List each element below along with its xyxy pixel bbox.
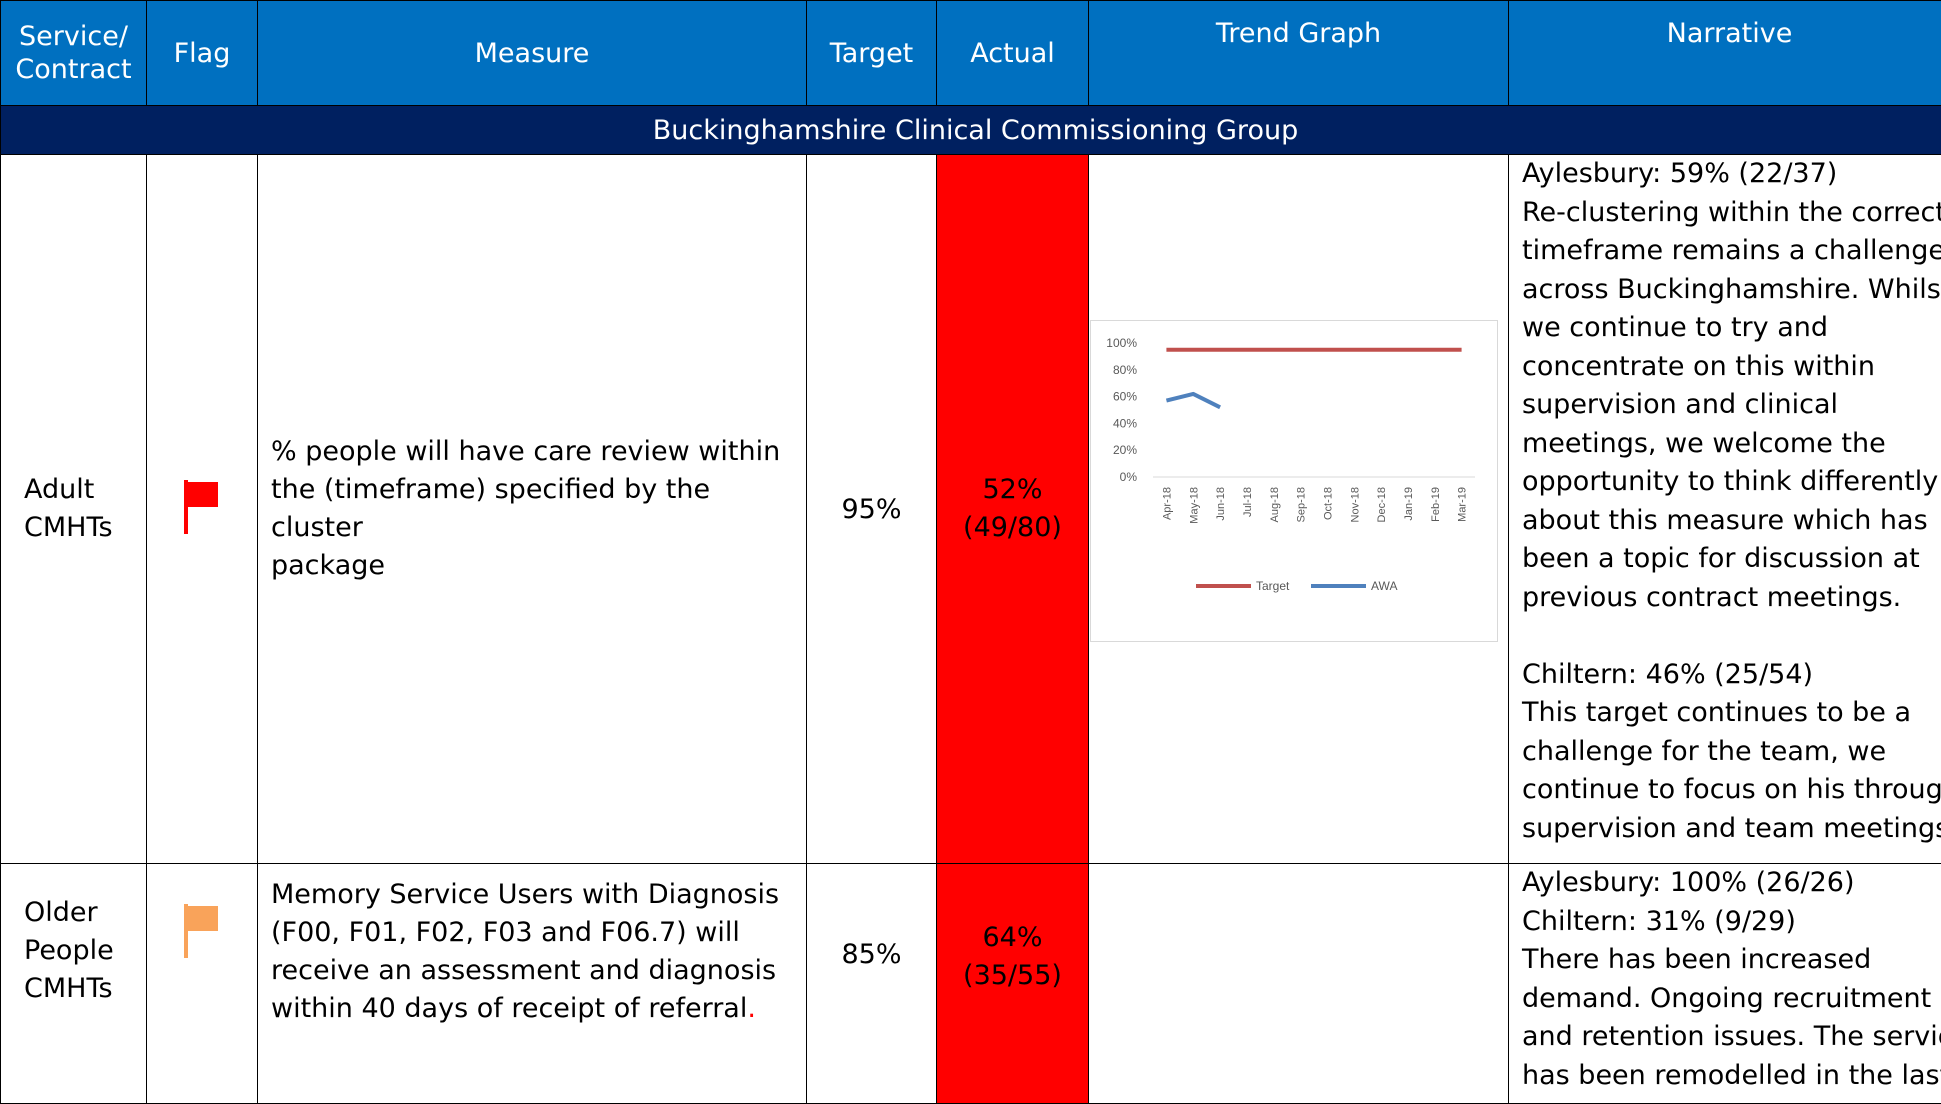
actual-ratio: (35/55) xyxy=(937,957,1088,995)
amber-flag-icon xyxy=(182,902,222,960)
measure-line: % people will have care review within xyxy=(271,433,786,471)
narrative-line: concentrate on this within xyxy=(1522,348,1941,387)
narrative-line: across Buckinghamshire. Whilst xyxy=(1522,271,1941,310)
measure-line: the (timeframe) specified by the cluster xyxy=(271,471,786,547)
narrative-line: about this measure which has xyxy=(1522,502,1941,541)
measure-cell: Memory Service Users with Diagnosis (F00… xyxy=(258,864,807,1104)
narrative-line: There has been increased xyxy=(1522,941,1941,980)
narrative-line: been a topic for discussion at xyxy=(1522,540,1941,579)
actual-cell: 52% (49/80) xyxy=(937,155,1089,864)
header-narrative: Narrative xyxy=(1509,1,1941,106)
x-tick-label: Oct-18 xyxy=(1322,487,1334,520)
header-row: Service/ Contract Flag Measure Target Ac… xyxy=(1,1,1941,106)
narrative-line: and retention issues. The service xyxy=(1522,1018,1941,1057)
legend-label-awa: AWA xyxy=(1371,579,1397,593)
narrative-cell: Aylesbury: 59% (22/37)Re-clustering with… xyxy=(1509,155,1941,864)
x-tick-label: Apr-18 xyxy=(1161,487,1173,520)
y-tick-label: 80% xyxy=(1113,363,1137,377)
header-actual: Actual xyxy=(937,1,1089,106)
y-tick-label: 40% xyxy=(1113,416,1137,430)
y-tick-label: 0% xyxy=(1120,470,1138,484)
narrative-line: supervision and team meetings. xyxy=(1522,810,1941,849)
narrative-line: Re-clustering within the correct xyxy=(1522,194,1941,233)
header-measure: Measure xyxy=(258,1,807,106)
performance-table: Service/ Contract Flag Measure Target Ac… xyxy=(0,0,1941,1104)
narrative-line: Chiltern: 46% (25/54) xyxy=(1522,656,1941,695)
x-tick-label: Feb-19 xyxy=(1430,487,1442,522)
narrative-line: This target continues to be a xyxy=(1522,694,1941,733)
trend-chart-svg: 100% 80% 60% 40% 20% 0% Apr-18 May-18 Jun-18 Jul-… xyxy=(1091,321,1497,641)
narrative-cell: Aylesbury: 100% (26/26)Chiltern: 31% (9/… xyxy=(1509,864,1941,1104)
target-value: 85% xyxy=(807,864,937,1104)
x-tick-label: Jan-19 xyxy=(1403,487,1415,521)
header-target: Target xyxy=(807,1,937,106)
series-line-awa xyxy=(1166,394,1220,407)
red-flag-icon xyxy=(182,478,222,536)
measure-line: receive an assessment and diagnosis xyxy=(271,952,786,990)
service-line: People xyxy=(24,932,146,970)
legend-label-target: Target xyxy=(1256,579,1290,593)
narrative-line: continue to focus on his through xyxy=(1522,771,1941,810)
x-tick-label: May-18 xyxy=(1188,487,1200,524)
service-cell: Older People CMHTs xyxy=(1,864,147,1104)
x-tick-label: Jul-18 xyxy=(1242,487,1254,517)
narrative-line: Aylesbury: 100% (26/26) xyxy=(1522,864,1941,903)
narrative-line: Aylesbury: 59% (22/37) xyxy=(1522,155,1941,194)
header-trend-graph: Trend Graph xyxy=(1089,1,1509,106)
narrative-line: has been remodelled in the last xyxy=(1522,1057,1941,1096)
trend-graph-cell xyxy=(1089,864,1509,1104)
narrative-line: meetings, we welcome the xyxy=(1522,425,1941,464)
y-tick-label: 20% xyxy=(1113,443,1137,457)
x-tick-label: Dec-18 xyxy=(1376,487,1388,522)
service-cell: Adult CMHTs xyxy=(1,155,147,864)
measure-cell: % people will have care review within th… xyxy=(258,155,807,864)
actual-percent: 64% xyxy=(937,919,1088,957)
x-tick-label: Sep-18 xyxy=(1296,487,1308,522)
table-row: Older People CMHTs Memory Service Users … xyxy=(1,864,1941,1104)
y-tick-label: 100% xyxy=(1106,336,1137,350)
actual-ratio: (49/80) xyxy=(937,509,1088,547)
service-line: Adult xyxy=(24,471,146,509)
narrative-line: challenge for the team, we xyxy=(1522,733,1941,772)
y-tick-label: 60% xyxy=(1113,390,1137,404)
x-tick-label: Jun-18 xyxy=(1215,487,1227,521)
narrative-line: Chiltern: 31% (9/29) xyxy=(1522,903,1941,942)
measure-line: (F00, F01, F02, F03 and F06.7) will xyxy=(271,914,786,952)
service-line: Older xyxy=(24,894,146,932)
header-flag: Flag xyxy=(147,1,258,106)
flag-cell xyxy=(147,864,258,1104)
narrative-line: timeframe remains a challenge xyxy=(1522,232,1941,271)
group-title: Buckinghamshire Clinical Commissioning G… xyxy=(1,106,1941,155)
trend-chart: 100% 80% 60% 40% 20% 0% Apr-18 May-18 Jun-18 Jul-… xyxy=(1090,320,1498,642)
service-line: CMHTs xyxy=(24,509,146,547)
table-row: Adult CMHTs % people will have care revi… xyxy=(1,155,1941,864)
flag-cell xyxy=(147,155,258,864)
narrative-line: previous contract meetings. xyxy=(1522,579,1941,618)
header-service: Service/ Contract xyxy=(1,1,147,106)
target-value: 95% xyxy=(807,155,937,864)
narrative-line xyxy=(1522,617,1941,656)
x-tick-label: Aug-18 xyxy=(1269,487,1281,522)
service-line: CMHTs xyxy=(24,970,146,1008)
actual-percent: 52% xyxy=(937,471,1088,509)
narrative-line: we continue to try and xyxy=(1522,309,1941,348)
group-row: Buckinghamshire Clinical Commissioning G… xyxy=(1,106,1941,155)
measure-line: within 40 days of receipt of referral. xyxy=(271,990,786,1028)
measure-line: Memory Service Users with Diagnosis xyxy=(271,876,786,914)
actual-cell: 64% (35/55) xyxy=(937,864,1089,1104)
narrative-line: opportunity to think differently xyxy=(1522,463,1941,502)
x-tick-label: Nov-18 xyxy=(1349,487,1361,522)
narrative-line: demand. Ongoing recruitment xyxy=(1522,980,1941,1019)
measure-line: package xyxy=(271,547,786,585)
narrative-line: supervision and clinical xyxy=(1522,386,1941,425)
x-tick-label: Mar-19 xyxy=(1457,487,1469,522)
